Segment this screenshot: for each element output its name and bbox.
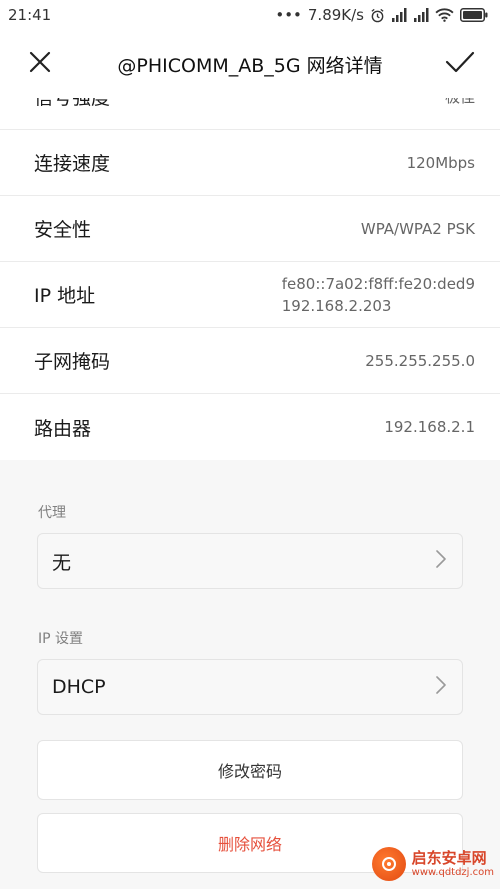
detail-row-link-speed: 连接速度 120Mbps bbox=[0, 130, 500, 196]
battery-icon bbox=[460, 8, 488, 22]
page-title: @PHICOMM_AB_5G 网络详情 bbox=[117, 54, 383, 77]
wifi-icon bbox=[435, 8, 454, 22]
watermark-url: www.qdtdzj.com bbox=[411, 866, 494, 878]
alarm-icon bbox=[370, 8, 385, 23]
detail-row-security: 安全性 WPA/WPA2 PSK bbox=[0, 196, 500, 262]
settings-section: 代理 无 IP 设置 DHCP 修改密码 删除网络 启东安卓网 www.qdtd… bbox=[0, 464, 500, 889]
proxy-value: 无 bbox=[52, 551, 72, 574]
watermark-text: 启东安卓网 www.qdtdzj.com bbox=[412, 850, 494, 878]
detail-row-router: 路由器 192.168.2.1 bbox=[0, 394, 500, 460]
checkmark-icon bbox=[445, 50, 475, 78]
detail-row-subnet-mask: 子网掩码 255.255.255.0 bbox=[0, 328, 500, 394]
detail-label: 路由器 bbox=[34, 417, 92, 440]
screen: 21:41 ••• 7.89K/s 信号强度 极佳 bbox=[0, 0, 500, 889]
status-dots: ••• bbox=[275, 6, 302, 24]
detail-row-ip-address: IP 地址 fe80::7a02:f8ff:fe20:ded9 192.168.… bbox=[0, 262, 500, 328]
site-watermark: 启东安卓网 www.qdtdzj.com bbox=[371, 847, 494, 881]
close-button[interactable] bbox=[0, 30, 80, 98]
detail-value: 255.255.255.0 bbox=[365, 351, 475, 370]
detail-value: 192.168.2.1 bbox=[384, 418, 475, 436]
chevron-right-icon bbox=[436, 676, 446, 698]
top-app-bar: @PHICOMM_AB_5G 网络详情 bbox=[0, 30, 500, 98]
detail-label: 连接速度 bbox=[34, 153, 111, 175]
confirm-button[interactable] bbox=[420, 30, 500, 98]
detail-value: 120Mbps bbox=[406, 153, 475, 172]
detail-label: 安全性 bbox=[34, 219, 92, 241]
status-bar: 21:41 ••• 7.89K/s bbox=[0, 0, 500, 30]
watermark-logo-icon bbox=[371, 847, 406, 881]
ipv4-address: 192.168.2.203 bbox=[281, 296, 392, 315]
ip-address-values: fe80::7a02:f8ff:fe20:ded9 192.168.2.203 bbox=[282, 273, 475, 317]
status-indicators: ••• 7.89K/s bbox=[275, 6, 488, 24]
ip-settings-value: DHCP bbox=[52, 676, 106, 698]
modify-password-button[interactable]: 修改密码 bbox=[37, 740, 463, 800]
network-speed: 7.89K/s bbox=[307, 6, 364, 24]
watermark-title: 启东安卓网 bbox=[411, 849, 487, 868]
detail-value: WPA/WPA2 PSK bbox=[360, 219, 475, 238]
ip-settings-select[interactable]: DHCP bbox=[37, 659, 463, 715]
detail-label: IP 地址 bbox=[34, 285, 96, 307]
proxy-section-label: 代理 bbox=[38, 505, 66, 521]
network-details-list: 信号强度 极佳 连接速度 120Mbps 安全性 WPA/WPA2 PSK IP… bbox=[0, 64, 500, 460]
close-icon bbox=[28, 50, 52, 78]
detail-label: 子网掩码 bbox=[34, 351, 111, 373]
ip-settings-section-label: IP 设置 bbox=[38, 631, 84, 647]
chevron-right-icon bbox=[436, 550, 446, 572]
signal-icon-sim1 bbox=[391, 8, 407, 22]
status-time: 21:41 bbox=[8, 6, 52, 24]
ipv6-address: fe80::7a02:f8ff:fe20:ded9 bbox=[281, 274, 475, 293]
proxy-select[interactable]: 无 bbox=[37, 533, 463, 589]
signal-icon-sim2 bbox=[413, 8, 429, 22]
